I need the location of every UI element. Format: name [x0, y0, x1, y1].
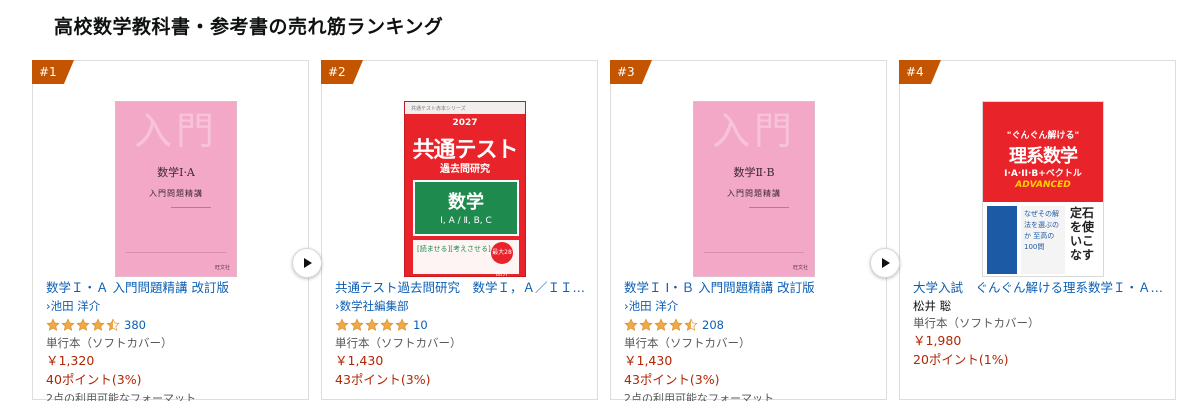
star-full-icon — [669, 318, 683, 331]
rank-badge: #3 — [610, 60, 652, 84]
rank-badge: #4 — [899, 60, 941, 84]
cover-mid-text: なぜその解法を選ぶのか 至高の100問 — [1021, 206, 1065, 274]
star-full-icon — [654, 318, 668, 331]
cover-side-box — [987, 206, 1017, 274]
rating-row[interactable]: 10 — [335, 316, 593, 334]
cover-tagline: [読ませる][考えさせる] — [417, 245, 491, 253]
star-full-icon — [76, 318, 90, 331]
formats-note[interactable]: 2点の利用可能なフォーマット — [624, 391, 882, 401]
play-icon — [882, 258, 890, 268]
cover-subtitle: 入門問題精講 — [149, 189, 203, 198]
format-label: 単行本（ソフトカバー） — [624, 336, 751, 350]
book-cover-image[interactable]: 共通テスト赤本シリーズ 2027 共通テスト 過去問研究 数学 Ⅰ, A / Ⅱ… — [404, 101, 526, 277]
cover-subject-panel: 数学 Ⅰ, A / Ⅱ, B, C — [413, 180, 519, 236]
cover-edition: ADVANCED — [1015, 180, 1071, 190]
cover-subtitle: 入門問題精講 — [727, 189, 781, 198]
price[interactable]: ￥1,980 — [913, 332, 1171, 349]
points: 43ポイント(3%) — [335, 372, 431, 387]
cover-badge: 最大28回分 — [491, 242, 513, 276]
rating-count[interactable]: 380 — [124, 318, 146, 332]
play-button[interactable] — [870, 248, 900, 278]
cover-subject: 数学Ⅱ·B — [733, 166, 775, 179]
star-rating — [335, 318, 409, 332]
cover-subtitle: 過去問研究 — [440, 164, 490, 175]
formats-note[interactable]: 2点の利用可能なフォーマット — [46, 391, 304, 401]
format-label: 単行本（ソフトカバー） — [46, 336, 173, 350]
price[interactable]: ￥1,430 — [624, 352, 882, 369]
cover-year: 2027 — [452, 118, 478, 128]
star-full-icon — [639, 318, 653, 331]
book-cover-image[interactable]: "ぐんぐん解ける" 理系数学 I·A·II·B+ベクトル ADVANCED なぜ… — [982, 101, 1104, 277]
cover-title: 理系数学 — [1009, 146, 1078, 167]
product-title-link[interactable]: 大学入試 ぐんぐん解ける理系数学Ｉ・Ａ・… — [913, 280, 1171, 296]
star-full-icon — [395, 318, 409, 331]
page-title: 高校数学教科書・参考書の売れ筋ランキング — [54, 16, 444, 38]
product-title-link[interactable]: 共通テスト過去問研究 数学Ｉ，Ａ／ＩＩ，Ｂ，… — [335, 280, 593, 296]
play-button[interactable] — [292, 248, 322, 278]
play-icon — [304, 258, 312, 268]
star-full-icon — [350, 318, 364, 331]
cover-range: Ⅰ, A / Ⅱ, B, C — [440, 216, 492, 226]
rank-badge: #2 — [321, 60, 363, 84]
author-name: 松井 聡 — [913, 299, 952, 313]
product-card-3[interactable]: #3 入門 数学Ⅱ·B 入門問題精講 旺文社 数学Ｉ I・Ｂ 入門問題精講 改訂… — [610, 60, 900, 401]
cover-subtitle: I·A·II·B+ベクトル — [1004, 169, 1082, 179]
points: 40ポイント(3%) — [46, 372, 142, 387]
author-link[interactable]: ›池田 洋介 — [624, 298, 882, 314]
cover-publisher: 旺文社 — [214, 265, 230, 271]
rating-count[interactable]: 10 — [413, 318, 428, 332]
star-rating — [624, 318, 698, 332]
cover-watermark: 入門 — [133, 109, 218, 153]
cover-divider — [171, 207, 211, 212]
cover-divider — [126, 252, 226, 253]
product-title-link[interactable]: 数学Ｉ・Ａ 入門問題精講 改訂版 — [46, 280, 304, 296]
star-half-icon — [684, 318, 698, 331]
cover-lower: [読ませる][考えさせる] 最大28回分 — [413, 240, 519, 276]
price[interactable]: ￥1,320 — [46, 352, 304, 369]
product-title-link[interactable]: 数学Ｉ I・Ｂ 入門問題精講 改訂版 — [624, 280, 882, 296]
star-full-icon — [335, 318, 349, 331]
star-full-icon — [624, 318, 638, 331]
format-label: 単行本（ソフトカバー） — [335, 336, 462, 350]
cover-subject: 数学 — [448, 192, 484, 213]
product-card-1[interactable]: #1 入門 数学Ⅰ·A 入門問題精講 旺文社 数学Ｉ・Ａ 入門問題精講 改訂版 … — [32, 60, 322, 401]
rating-row[interactable]: 380 — [46, 316, 304, 334]
star-rating — [46, 318, 120, 332]
cover-divider — [704, 252, 804, 253]
rating-row[interactable]: 208 — [624, 316, 882, 334]
star-full-icon — [380, 318, 394, 331]
star-full-icon — [91, 318, 105, 331]
product-card-4[interactable]: #4 "ぐんぐん解ける" 理系数学 I·A·II·B+ベクトル ADVANCED… — [899, 60, 1176, 400]
points: 43ポイント(3%) — [624, 372, 720, 387]
cover-watermark: 入門 — [711, 109, 796, 153]
star-full-icon — [61, 318, 75, 331]
cover-series: 共通テスト赤本シリーズ — [405, 102, 525, 114]
cover-divider — [749, 207, 789, 212]
rating-count[interactable]: 208 — [702, 318, 724, 332]
product-card-2[interactable]: #2 共通テスト赤本シリーズ 2027 共通テスト 過去問研究 数学 Ⅰ, A … — [321, 60, 598, 400]
author-link[interactable]: ›池田 洋介 — [46, 298, 304, 314]
star-full-icon — [46, 318, 60, 331]
book-cover-image[interactable]: 入門 数学Ⅱ·B 入門問題精講 旺文社 — [693, 101, 815, 277]
cover-right-text: 定石を使いこなす — [1069, 206, 1094, 262]
cover-subject: 数学Ⅰ·A — [157, 166, 195, 179]
points: 20ポイント(1%) — [913, 352, 1009, 367]
star-full-icon — [365, 318, 379, 331]
author-link[interactable]: ›数学社編集部 — [335, 298, 593, 314]
format-label: 単行本（ソフトカバー） — [913, 316, 1040, 330]
book-cover-image[interactable]: 入門 数学Ⅰ·A 入門問題精講 旺文社 — [115, 101, 237, 277]
cover-publisher: 旺文社 — [792, 265, 808, 271]
cover-phrase: "ぐんぐん解ける" — [1006, 131, 1080, 141]
star-half-icon — [106, 318, 120, 331]
price[interactable]: ￥1,430 — [335, 352, 593, 369]
rank-badge: #1 — [32, 60, 74, 84]
